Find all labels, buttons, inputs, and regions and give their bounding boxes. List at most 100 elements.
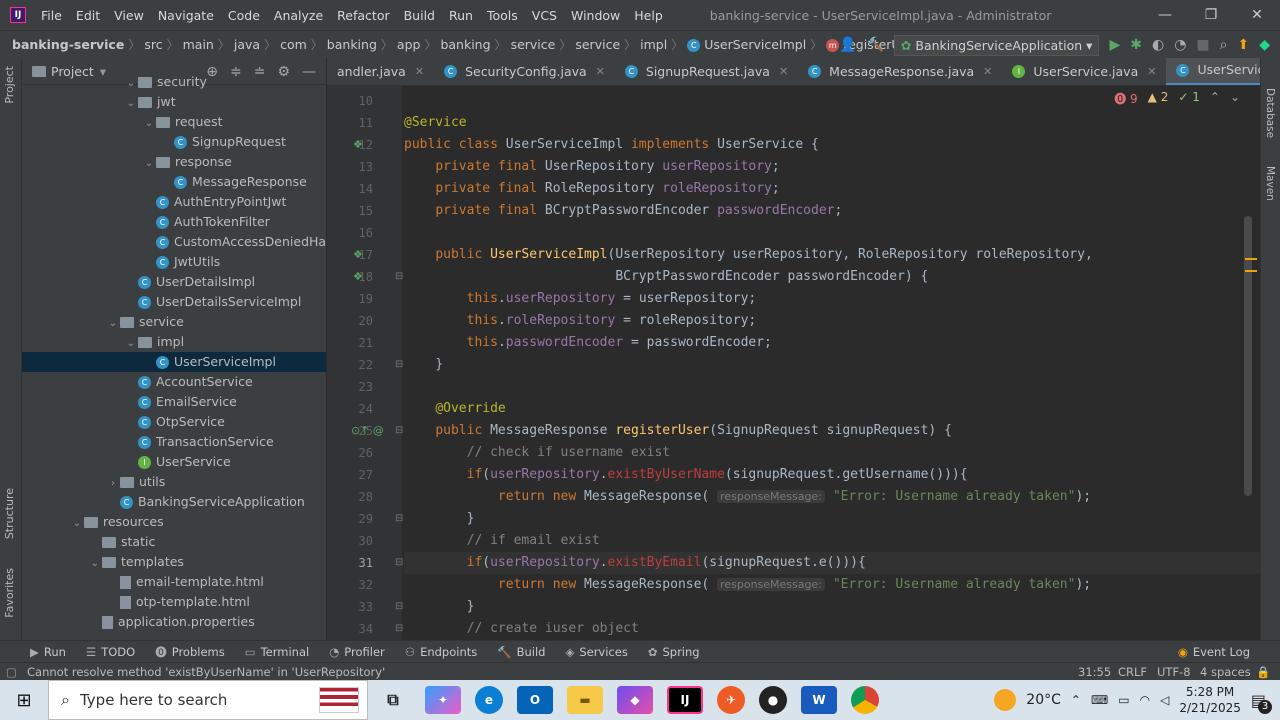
menu-item-analyze[interactable]: Analyze <box>267 8 330 23</box>
line-separator[interactable]: CRLF <box>1118 663 1147 681</box>
code-line[interactable]: if(userRepository.existByUserName(signup… <box>404 464 968 486</box>
bean-icon[interactable]: ❖ <box>353 270 363 283</box>
copilot-icon[interactable]: ✦ <box>425 686 461 714</box>
breadcrumb-item[interactable]: src <box>140 37 166 52</box>
tree-item[interactable]: application.properties <box>22 612 326 632</box>
chrome-icon[interactable] <box>851 686 879 714</box>
code-line[interactable]: // check if username exist <box>404 442 671 464</box>
editor-tab[interactable]: C SignupRequest.java ✕ <box>615 58 798 85</box>
word-icon[interactable]: W <box>801 686 837 714</box>
tree-item[interactable]: static <box>22 532 326 552</box>
tool-window-problems[interactable]: ⓿ Problems <box>145 644 235 660</box>
editor-tab[interactable]: C MessageResponse.java ✕ <box>798 58 1002 85</box>
profile-icon[interactable]: ◔ <box>1174 37 1186 53</box>
battery-icon[interactable]: ▭ <box>1118 693 1129 707</box>
file-encoding[interactable]: UTF-8 <box>1157 663 1191 681</box>
override-marker-icon[interactable]: ⊙↑ @ <box>351 424 384 437</box>
tree-item[interactable]: C MessageResponse <box>22 172 326 192</box>
coverage-icon[interactable]: ◐ <box>1152 37 1164 53</box>
code-line[interactable]: } <box>404 354 443 376</box>
update-icon[interactable]: ⬆ <box>1237 37 1249 53</box>
database-tool-tab[interactable]: Database <box>1264 88 1276 138</box>
run-configuration-select[interactable]: ✿ BankingServiceApplication ▾ <box>893 34 1100 56</box>
chevron-right-icon[interactable]: › <box>106 474 120 494</box>
lock-icon[interactable]: 🔒 <box>1256 663 1270 681</box>
weather-temperature[interactable]: 20°C <box>1026 692 1061 708</box>
chevron-down-icon[interactable]: ⌄ <box>124 74 138 94</box>
breadcrumb-item[interactable]: com <box>276 37 311 52</box>
tree-item[interactable]: ⌄ security <box>22 72 326 94</box>
tree-item[interactable]: C CustomAccessDeniedHar <box>22 232 326 252</box>
code-line[interactable]: private final UserRepository userReposit… <box>404 156 779 178</box>
tree-item[interactable]: email-template.html <box>22 572 326 592</box>
menu-item-build[interactable]: Build <box>397 8 442 23</box>
breadcrumb-item[interactable]: banking <box>323 37 381 52</box>
weather-sun-icon[interactable] <box>994 689 1017 711</box>
breadcrumb-item[interactable]: main <box>179 37 218 52</box>
status-square-icon[interactable]: ▢ <box>6 663 17 681</box>
tree-item[interactable]: C BankingServiceApplication <box>22 492 326 512</box>
tree-item[interactable]: › utils <box>22 472 326 494</box>
tree-item[interactable]: ⌄ templates <box>22 552 326 572</box>
close-tab-icon[interactable]: ✕ <box>779 58 788 85</box>
tool-window-profiler[interactable]: ◔ Profiler <box>319 644 395 660</box>
tool-window-terminal[interactable]: ▭ Terminal <box>235 644 319 660</box>
tree-item[interactable]: otp-template.html <box>22 592 326 612</box>
editor-tab[interactable]: I UserService.java ✕ <box>1002 58 1166 85</box>
tree-item[interactable]: ⌄ impl <box>22 332 326 354</box>
event-log-button[interactable]: ◉ Event Log <box>1168 645 1260 659</box>
code-line[interactable]: this.passwordEncoder = passwordEncoder; <box>404 332 772 354</box>
code-line[interactable]: return new MessageResponse( responseMess… <box>404 486 1091 508</box>
code-line[interactable]: if(userRepository.existByEmail(signupReq… <box>404 552 1260 574</box>
code-line[interactable]: @Service <box>404 112 467 134</box>
tool-window-services[interactable]: ◈ Services <box>555 644 637 660</box>
code-line[interactable]: return new MessageResponse( responseMess… <box>404 574 1091 596</box>
tool-window-run[interactable]: ▶ Run <box>20 644 76 660</box>
fold-icon[interactable]: ⊟ <box>395 557 403 568</box>
tool-window-todo[interactable]: ☰ TODO <box>76 644 145 660</box>
favorites-tool-tab[interactable]: Favorites <box>3 568 16 618</box>
code-line[interactable]: // create iuser object <box>404 618 639 640</box>
menu-item-vcs[interactable]: VCS <box>525 8 564 23</box>
tree-item[interactable]: ⌄ service <box>22 312 326 334</box>
menu-item-refactor[interactable]: Refactor <box>330 8 396 23</box>
stop-icon[interactable]: ■ <box>1196 37 1209 53</box>
code-line[interactable]: } <box>404 508 475 530</box>
close-tab-icon[interactable]: ✕ <box>415 58 424 85</box>
chevron-down-icon[interactable]: ⌄ <box>142 154 156 174</box>
m365-icon[interactable]: ◆ <box>617 686 653 714</box>
maven-tool-tab[interactable]: Maven <box>1264 166 1276 201</box>
close-tab-icon[interactable]: ✕ <box>983 58 992 85</box>
chevron-down-icon[interactable]: ⌄ <box>124 334 138 354</box>
chevron-up-icon[interactable]: ⌃ <box>1071 693 1081 707</box>
code-line[interactable]: public class UserServiceImpl implements … <box>404 134 819 156</box>
menu-item-view[interactable]: View <box>107 8 151 23</box>
tree-item[interactable]: ⌄ request <box>22 112 326 132</box>
outlook-icon[interactable]: O <box>517 686 553 714</box>
code-line[interactable]: public UserServiceImpl(UserRepository us… <box>404 244 1092 266</box>
tree-item[interactable]: C AuthEntryPointJwt <box>22 192 326 212</box>
build-hammer-icon[interactable]: 🔨 <box>866 37 883 53</box>
indent-setting[interactable]: 4 spaces <box>1200 663 1251 681</box>
debug-icon[interactable]: ✱ <box>1130 37 1142 53</box>
tree-item[interactable]: ⌄ resources <box>22 512 326 532</box>
chevron-up-icon[interactable]: ⌃ <box>1210 90 1220 107</box>
tree-item[interactable]: I UserService <box>22 452 326 472</box>
code-line[interactable]: BCryptPasswordEncoder passwordEncoder) { <box>404 266 928 288</box>
code-line[interactable]: this.roleRepository = roleRepository; <box>404 310 757 332</box>
tool-window-spring[interactable]: ✿ Spring <box>638 644 710 660</box>
breadcrumb-item[interactable]: app <box>393 37 425 52</box>
intellij-taskbar-icon[interactable]: IJ <box>667 686 703 714</box>
network-icon[interactable]: ⌨ <box>1091 693 1108 707</box>
notification-icon[interactable]: ▤ 3 <box>1251 691 1272 714</box>
editor-tab[interactable]: C SecurityConfig.java ✕ <box>434 58 615 85</box>
chevron-down-icon[interactable]: ⌄ <box>106 314 120 334</box>
fold-icon[interactable]: ⊟ <box>395 271 403 282</box>
windows-start-icon[interactable]: ⊞ <box>0 680 48 720</box>
menu-item-help[interactable]: Help <box>627 8 670 23</box>
bean-icon[interactable]: ❖ <box>353 138 363 151</box>
breadcrumb-item[interactable]: java <box>230 37 264 52</box>
editor-tab[interactable]: andler.java ✕ <box>327 58 434 85</box>
menu-item-tools[interactable]: Tools <box>480 8 525 23</box>
menu-item-edit[interactable]: Edit <box>69 8 107 23</box>
